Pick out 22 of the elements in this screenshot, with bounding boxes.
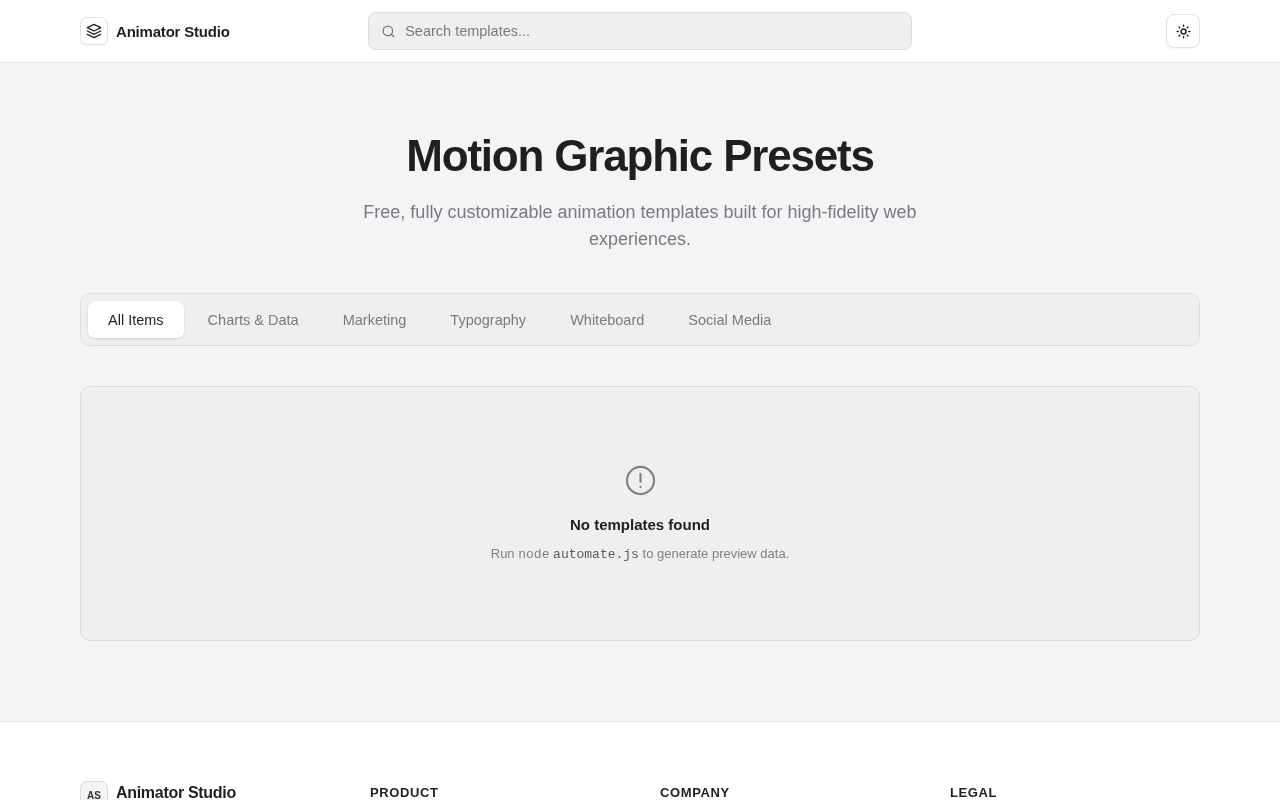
search-icon (381, 24, 397, 39)
category-tab[interactable]: Whiteboard (550, 301, 665, 338)
exclamation-circle-icon (624, 465, 656, 496)
footer-brand-name: Animator Studio (116, 785, 236, 800)
category-tab[interactable]: Charts & Data (187, 301, 319, 338)
layers-logo-icon (80, 17, 108, 45)
category-tab[interactable]: Social Media (668, 301, 792, 338)
category-tab[interactable]: All Items (88, 301, 184, 338)
brand-badge: AS (80, 781, 108, 800)
empty-state-title: No templates found (570, 516, 710, 533)
footer-column-heading: PRODUCT (370, 785, 440, 800)
category-tab[interactable]: Marketing (322, 301, 427, 338)
sun-icon (1175, 23, 1191, 39)
page-title: Motion Graphic Presets (405, 130, 875, 182)
brand-name[interactable]: Animator Studio (116, 22, 230, 40)
theme-toggle-button[interactable] (1166, 14, 1200, 48)
category-tab[interactable]: Typography (430, 301, 547, 338)
footer-column-heading: COMPANY (660, 785, 731, 800)
search-field[interactable]: Search templates... (368, 12, 912, 50)
footer-column-heading: LEGAL (950, 785, 999, 800)
page-subtitle: Free, fully customizable animation templates built for high-fidelity web experiences. (362, 201, 918, 251)
empty-state-hint: Run node automate.js to generate preview data. (490, 546, 790, 562)
